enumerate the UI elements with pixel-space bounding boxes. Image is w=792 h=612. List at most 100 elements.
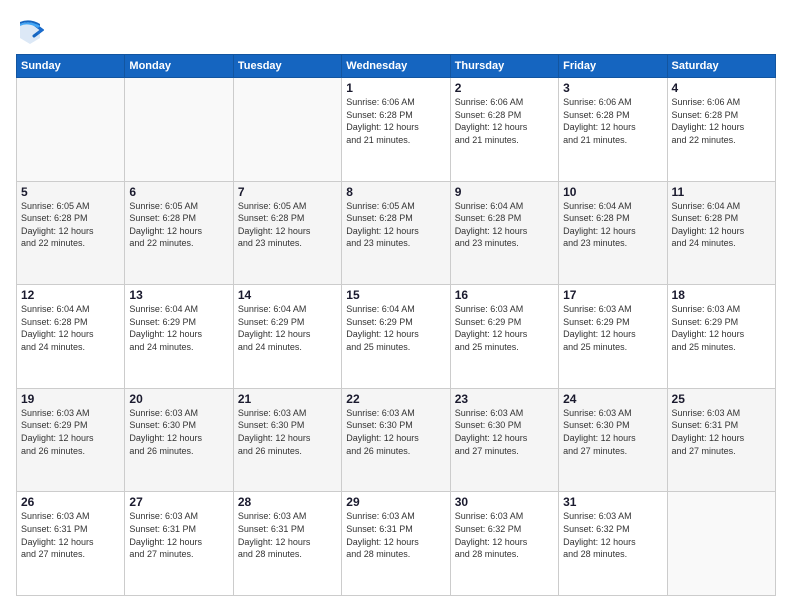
weekday-header-thursday: Thursday — [450, 55, 558, 78]
day-info: Sunrise: 6:03 AMSunset: 6:31 PMDaylight:… — [129, 510, 228, 560]
calendar-cell: 2Sunrise: 6:06 AMSunset: 6:28 PMDaylight… — [450, 78, 558, 182]
calendar-cell — [17, 78, 125, 182]
logo-icon — [16, 16, 44, 44]
calendar-cell: 16Sunrise: 6:03 AMSunset: 6:29 PMDayligh… — [450, 285, 558, 389]
calendar-table: SundayMondayTuesdayWednesdayThursdayFrid… — [16, 54, 776, 596]
day-info: Sunrise: 6:03 AMSunset: 6:31 PMDaylight:… — [238, 510, 337, 560]
day-info: Sunrise: 6:03 AMSunset: 6:29 PMDaylight:… — [672, 303, 771, 353]
calendar-cell: 27Sunrise: 6:03 AMSunset: 6:31 PMDayligh… — [125, 492, 233, 596]
calendar-cell: 24Sunrise: 6:03 AMSunset: 6:30 PMDayligh… — [559, 388, 667, 492]
day-info: Sunrise: 6:04 AMSunset: 6:29 PMDaylight:… — [346, 303, 445, 353]
weekday-header-wednesday: Wednesday — [342, 55, 450, 78]
day-info: Sunrise: 6:03 AMSunset: 6:29 PMDaylight:… — [455, 303, 554, 353]
day-number: 4 — [672, 81, 771, 95]
calendar-cell: 4Sunrise: 6:06 AMSunset: 6:28 PMDaylight… — [667, 78, 775, 182]
day-number: 3 — [563, 81, 662, 95]
calendar-cell: 12Sunrise: 6:04 AMSunset: 6:28 PMDayligh… — [17, 285, 125, 389]
day-info: Sunrise: 6:03 AMSunset: 6:30 PMDaylight:… — [455, 407, 554, 457]
day-number: 13 — [129, 288, 228, 302]
day-number: 31 — [563, 495, 662, 509]
day-info: Sunrise: 6:03 AMSunset: 6:31 PMDaylight:… — [21, 510, 120, 560]
day-number: 9 — [455, 185, 554, 199]
day-info: Sunrise: 6:06 AMSunset: 6:28 PMDaylight:… — [672, 96, 771, 146]
day-info: Sunrise: 6:03 AMSunset: 6:31 PMDaylight:… — [346, 510, 445, 560]
calendar-cell: 9Sunrise: 6:04 AMSunset: 6:28 PMDaylight… — [450, 181, 558, 285]
day-number: 16 — [455, 288, 554, 302]
calendar-cell: 18Sunrise: 6:03 AMSunset: 6:29 PMDayligh… — [667, 285, 775, 389]
day-info: Sunrise: 6:04 AMSunset: 6:29 PMDaylight:… — [129, 303, 228, 353]
calendar-cell: 11Sunrise: 6:04 AMSunset: 6:28 PMDayligh… — [667, 181, 775, 285]
page: SundayMondayTuesdayWednesdayThursdayFrid… — [0, 0, 792, 612]
calendar-cell: 25Sunrise: 6:03 AMSunset: 6:31 PMDayligh… — [667, 388, 775, 492]
calendar-cell: 8Sunrise: 6:05 AMSunset: 6:28 PMDaylight… — [342, 181, 450, 285]
day-number: 26 — [21, 495, 120, 509]
day-info: Sunrise: 6:05 AMSunset: 6:28 PMDaylight:… — [346, 200, 445, 250]
day-number: 27 — [129, 495, 228, 509]
day-info: Sunrise: 6:03 AMSunset: 6:30 PMDaylight:… — [346, 407, 445, 457]
day-number: 20 — [129, 392, 228, 406]
day-number: 8 — [346, 185, 445, 199]
day-number: 2 — [455, 81, 554, 95]
calendar-cell: 14Sunrise: 6:04 AMSunset: 6:29 PMDayligh… — [233, 285, 341, 389]
calendar-week-4: 19Sunrise: 6:03 AMSunset: 6:29 PMDayligh… — [17, 388, 776, 492]
weekday-header-sunday: Sunday — [17, 55, 125, 78]
day-info: Sunrise: 6:04 AMSunset: 6:28 PMDaylight:… — [563, 200, 662, 250]
day-info: Sunrise: 6:03 AMSunset: 6:29 PMDaylight:… — [21, 407, 120, 457]
day-info: Sunrise: 6:06 AMSunset: 6:28 PMDaylight:… — [346, 96, 445, 146]
day-number: 25 — [672, 392, 771, 406]
day-number: 6 — [129, 185, 228, 199]
calendar-cell: 22Sunrise: 6:03 AMSunset: 6:30 PMDayligh… — [342, 388, 450, 492]
day-number: 19 — [21, 392, 120, 406]
weekday-header-tuesday: Tuesday — [233, 55, 341, 78]
calendar-cell — [667, 492, 775, 596]
calendar-cell: 5Sunrise: 6:05 AMSunset: 6:28 PMDaylight… — [17, 181, 125, 285]
day-number: 24 — [563, 392, 662, 406]
day-number: 29 — [346, 495, 445, 509]
calendar-cell: 13Sunrise: 6:04 AMSunset: 6:29 PMDayligh… — [125, 285, 233, 389]
day-number: 11 — [672, 185, 771, 199]
day-number: 17 — [563, 288, 662, 302]
day-info: Sunrise: 6:03 AMSunset: 6:31 PMDaylight:… — [672, 407, 771, 457]
calendar-cell: 10Sunrise: 6:04 AMSunset: 6:28 PMDayligh… — [559, 181, 667, 285]
calendar-week-5: 26Sunrise: 6:03 AMSunset: 6:31 PMDayligh… — [17, 492, 776, 596]
calendar-cell: 7Sunrise: 6:05 AMSunset: 6:28 PMDaylight… — [233, 181, 341, 285]
calendar-cell: 15Sunrise: 6:04 AMSunset: 6:29 PMDayligh… — [342, 285, 450, 389]
calendar-cell: 6Sunrise: 6:05 AMSunset: 6:28 PMDaylight… — [125, 181, 233, 285]
day-info: Sunrise: 6:05 AMSunset: 6:28 PMDaylight:… — [21, 200, 120, 250]
calendar-cell: 29Sunrise: 6:03 AMSunset: 6:31 PMDayligh… — [342, 492, 450, 596]
calendar-cell: 20Sunrise: 6:03 AMSunset: 6:30 PMDayligh… — [125, 388, 233, 492]
day-info: Sunrise: 6:04 AMSunset: 6:29 PMDaylight:… — [238, 303, 337, 353]
calendar-week-2: 5Sunrise: 6:05 AMSunset: 6:28 PMDaylight… — [17, 181, 776, 285]
calendar-cell: 3Sunrise: 6:06 AMSunset: 6:28 PMDaylight… — [559, 78, 667, 182]
day-info: Sunrise: 6:03 AMSunset: 6:29 PMDaylight:… — [563, 303, 662, 353]
day-number: 21 — [238, 392, 337, 406]
calendar-week-3: 12Sunrise: 6:04 AMSunset: 6:28 PMDayligh… — [17, 285, 776, 389]
day-number: 18 — [672, 288, 771, 302]
day-info: Sunrise: 6:04 AMSunset: 6:28 PMDaylight:… — [455, 200, 554, 250]
calendar-cell: 23Sunrise: 6:03 AMSunset: 6:30 PMDayligh… — [450, 388, 558, 492]
day-info: Sunrise: 6:03 AMSunset: 6:30 PMDaylight:… — [563, 407, 662, 457]
day-number: 15 — [346, 288, 445, 302]
weekday-header-row: SundayMondayTuesdayWednesdayThursdayFrid… — [17, 55, 776, 78]
day-info: Sunrise: 6:04 AMSunset: 6:28 PMDaylight:… — [21, 303, 120, 353]
day-number: 23 — [455, 392, 554, 406]
day-info: Sunrise: 6:03 AMSunset: 6:30 PMDaylight:… — [129, 407, 228, 457]
calendar-cell: 26Sunrise: 6:03 AMSunset: 6:31 PMDayligh… — [17, 492, 125, 596]
calendar-cell: 19Sunrise: 6:03 AMSunset: 6:29 PMDayligh… — [17, 388, 125, 492]
calendar-cell — [125, 78, 233, 182]
calendar-cell: 28Sunrise: 6:03 AMSunset: 6:31 PMDayligh… — [233, 492, 341, 596]
day-number: 5 — [21, 185, 120, 199]
day-number: 10 — [563, 185, 662, 199]
calendar-week-1: 1Sunrise: 6:06 AMSunset: 6:28 PMDaylight… — [17, 78, 776, 182]
day-info: Sunrise: 6:03 AMSunset: 6:32 PMDaylight:… — [455, 510, 554, 560]
weekday-header-monday: Monday — [125, 55, 233, 78]
calendar-cell: 17Sunrise: 6:03 AMSunset: 6:29 PMDayligh… — [559, 285, 667, 389]
day-number: 14 — [238, 288, 337, 302]
logo — [16, 16, 48, 44]
day-number: 12 — [21, 288, 120, 302]
weekday-header-friday: Friday — [559, 55, 667, 78]
weekday-header-saturday: Saturday — [667, 55, 775, 78]
calendar-cell: 31Sunrise: 6:03 AMSunset: 6:32 PMDayligh… — [559, 492, 667, 596]
calendar-cell: 30Sunrise: 6:03 AMSunset: 6:32 PMDayligh… — [450, 492, 558, 596]
calendar-cell: 21Sunrise: 6:03 AMSunset: 6:30 PMDayligh… — [233, 388, 341, 492]
